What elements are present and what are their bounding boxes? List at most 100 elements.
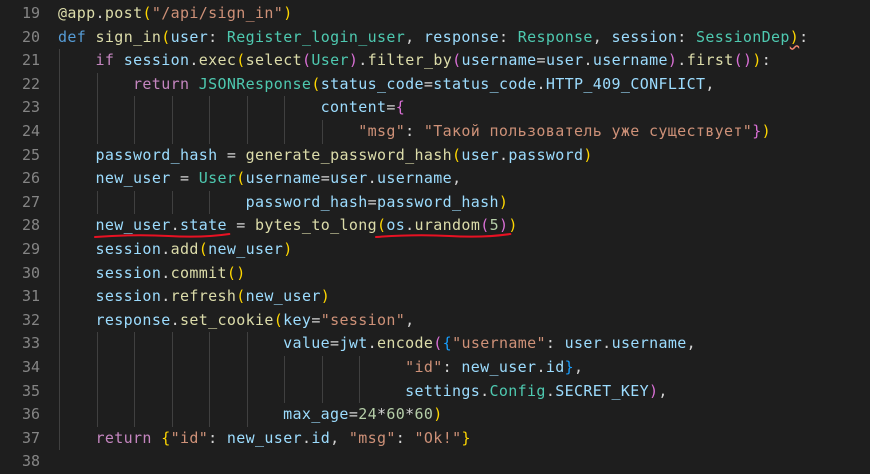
code-token: ) — [649, 381, 659, 400]
indent-guide — [284, 356, 286, 404]
code-token: . — [161, 263, 171, 282]
code-text[interactable]: def sign_in(user: Register_login_user, r… — [58, 26, 809, 50]
code-token: new_user — [208, 240, 284, 258]
code-token: username — [592, 51, 668, 70]
code-text[interactable]: response.set_cookie(key="session", — [58, 309, 415, 333]
code-editor[interactable]: 19 @app.post("/api/sign_in") 20 def sign_in… — [0, 0, 870, 472]
code-text[interactable]: settings.Config.SECRET_KEY), — [58, 380, 668, 404]
code-token: commit — [170, 263, 227, 282]
code-line[interactable]: 27 password_hash=password_hash) — [0, 191, 870, 215]
code-token: username — [611, 334, 687, 353]
code-line[interactable]: 31 session.refresh(new_user) — [0, 285, 870, 309]
code-token: ( — [161, 27, 171, 46]
code-line[interactable]: 29 session.add(new_user) — [0, 238, 870, 262]
code-line[interactable]: 37 return {"id": new_user.id, "msg": "Ok… — [0, 427, 870, 451]
code-token: { — [395, 98, 406, 117]
code-token: new_user — [95, 169, 171, 188]
code-text[interactable]: new_user = User(username=user.username, — [58, 167, 462, 191]
code-token: () — [226, 263, 246, 282]
code-text[interactable]: return JSONResponse(status_code=status_c… — [58, 73, 715, 97]
code-token: ) — [320, 287, 331, 306]
code-text[interactable]: password_hash = generate_password_hash(u… — [58, 144, 593, 168]
code-token: password_hash — [376, 192, 499, 211]
code-text[interactable]: password_hash=password_hash) — [58, 191, 508, 215]
code-token: : — [208, 428, 227, 447]
code-token: = — [536, 51, 546, 70]
code-line[interactable]: 32 response.set_cookie(key="session", — [0, 309, 870, 333]
code-line[interactable]: 20 def sign_in(user: Register_login_user,… — [0, 26, 870, 50]
code-line[interactable]: 23 content={ — [0, 96, 870, 120]
code-token: , — [330, 428, 349, 447]
code-token: "Ok!" — [414, 428, 462, 447]
code-token: = — [320, 169, 331, 188]
indent-guide — [209, 332, 211, 427]
code-token: User — [311, 51, 349, 70]
indent-guide — [171, 332, 173, 427]
code-text[interactable]: session.add(new_user) — [58, 238, 293, 262]
code-token: . — [536, 74, 546, 93]
code-token: . — [189, 51, 199, 70]
code-token: . — [602, 334, 612, 353]
code-token: . — [536, 358, 546, 376]
code-token: status_code — [433, 74, 537, 93]
code-token: = — [367, 192, 377, 211]
code-token: . — [170, 310, 180, 329]
code-token: select — [245, 51, 302, 70]
code-token: password_hash — [245, 192, 368, 211]
indent-guide — [171, 96, 173, 144]
code-token: username — [245, 169, 321, 188]
code-token: * — [405, 405, 415, 424]
code-text[interactable]: if session.exec(select(User).filter_by(u… — [58, 49, 771, 73]
code-token: 60 — [414, 405, 434, 424]
code-token: . — [583, 51, 593, 70]
code-token: filter_by — [367, 51, 453, 70]
code-token: Config — [489, 381, 546, 400]
code-token: , — [573, 358, 584, 376]
code-token: "id" — [405, 358, 443, 376]
code-token: ) — [789, 27, 800, 46]
code-line[interactable]: 19 @app.post("/api/sign_in") — [0, 2, 870, 26]
code-line[interactable]: 33 value=jwt.encode({"username": user.us… — [0, 332, 870, 356]
code-token: ( — [142, 4, 152, 22]
code-line[interactable]: 21 if session.exec(select(User).filter_b… — [0, 49, 870, 73]
code-line[interactable]: 26 new_user = User(username=user.usernam… — [0, 167, 870, 191]
code-text[interactable]: "msg": "Такой пользователь уже существуе… — [58, 120, 771, 144]
code-token: "username" — [452, 334, 546, 353]
code-text[interactable]: value=jwt.encode({"username": user.usern… — [58, 332, 696, 356]
code-line[interactable]: 35 settings.Config.SECRET_KEY), — [0, 380, 870, 404]
line-number: 34 — [21, 358, 40, 376]
code-token: , — [686, 334, 696, 353]
code-line[interactable]: 22 return JSONResponse(status_code=statu… — [0, 73, 870, 97]
code-text[interactable]: content={ — [58, 96, 405, 120]
code-token: : — [498, 27, 518, 46]
code-line[interactable]: 34 "id": new_user.id}, — [0, 356, 870, 380]
code-token: new_user — [245, 287, 321, 306]
code-token: "id" — [170, 428, 209, 447]
code-token: . — [480, 381, 490, 400]
code-token: * — [376, 405, 387, 424]
code-text[interactable]: return {"id": new_user.id, "msg": "Ok!"} — [58, 427, 471, 451]
code-line[interactable]: 38 — [0, 450, 870, 474]
code-token: user — [545, 51, 584, 70]
line-number: 23 — [21, 98, 40, 117]
indent-guide — [246, 96, 248, 144]
code-line[interactable]: 25 password_hash = generate_password_has… — [0, 144, 870, 168]
code-text[interactable]: session.refresh(new_user) — [58, 285, 330, 309]
code-line[interactable]: 24 "msg": "Такой пользователь уже сущест… — [0, 120, 870, 144]
indent-guide — [209, 190, 211, 215]
code-token: ( — [236, 169, 246, 188]
code-line[interactable]: 30 session.commit() — [0, 262, 870, 286]
code-text[interactable]: @app.post("/api/sign_in") — [58, 2, 293, 26]
code-token: id — [311, 428, 331, 447]
code-token: user — [330, 169, 368, 188]
code-line[interactable]: 36 max_age=24*60*60) — [0, 403, 870, 427]
code-text[interactable]: session.commit() — [58, 262, 246, 286]
code-text[interactable]: max_age=24*60*60) — [58, 403, 443, 427]
